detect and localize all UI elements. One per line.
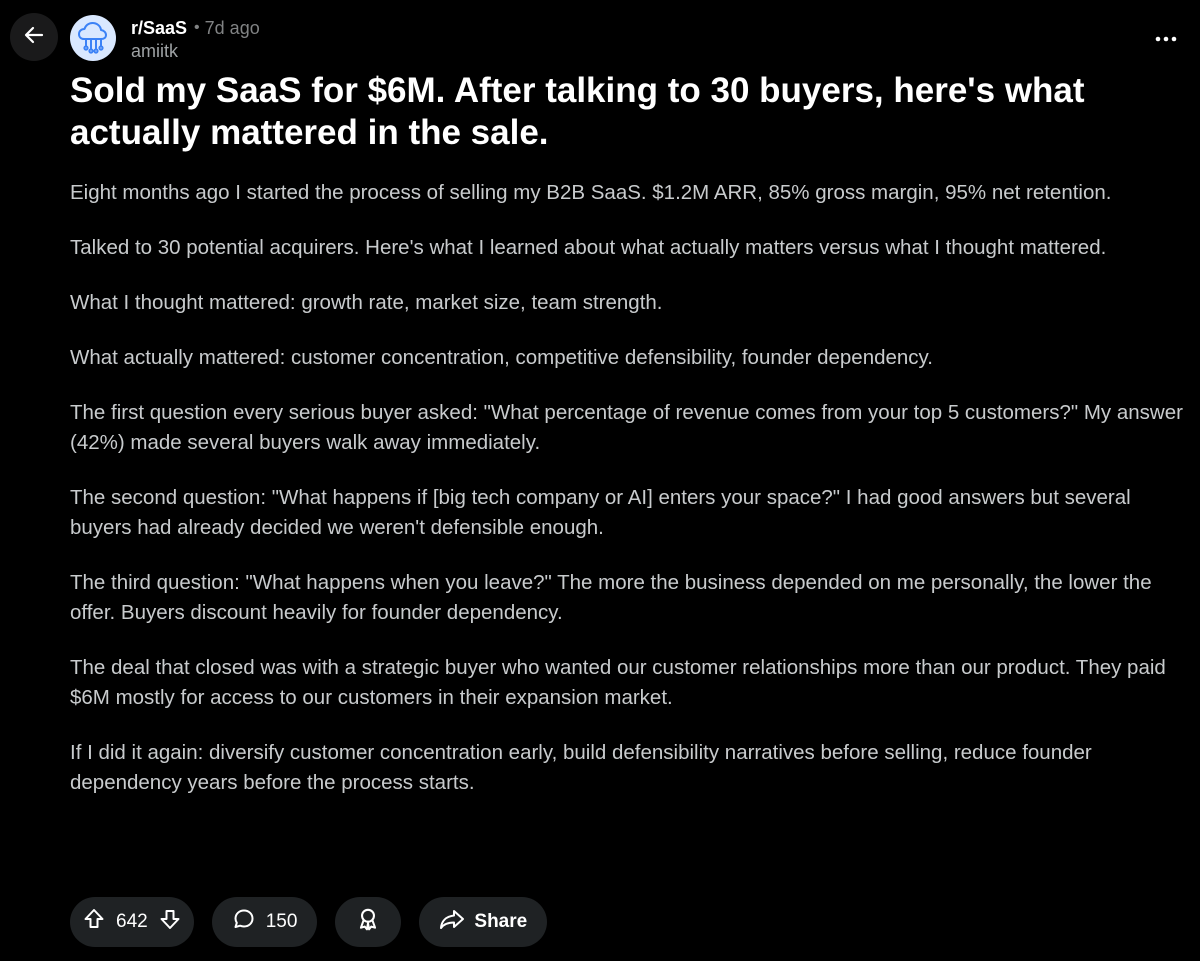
upvote-arrow-icon [82, 907, 106, 937]
cloud-network-icon [73, 16, 113, 61]
post-time: 7d ago [204, 18, 260, 38]
vote-bar: 642 [70, 897, 194, 947]
share-label: Share [474, 911, 528, 932]
post-paragraph: What actually mattered: customer concent… [70, 346, 933, 369]
post-paragraph: The third question: "What happens when y… [70, 571, 1152, 624]
share-arrow-icon [439, 907, 465, 937]
post-actions: 642 150 Share [70, 897, 548, 947]
post-title: Sold my SaaS for $6M. After talking to 3… [70, 71, 1085, 152]
upvote-button[interactable] [82, 907, 106, 937]
post-paragraph: The deal that closed was with a strategi… [70, 656, 1166, 709]
meta-separator: • [194, 19, 200, 36]
post-meta: r/SaaS • 7d ago amiitk [131, 16, 260, 62]
share-button[interactable]: Share [419, 897, 548, 947]
author-name[interactable]: amiitk [131, 40, 260, 62]
more-horizontal-icon [1155, 29, 1177, 47]
subreddit-name[interactable]: r/SaaS [131, 16, 187, 40]
downvote-button[interactable] [158, 907, 182, 937]
post-paragraph: The first question every serious buyer a… [70, 401, 1183, 454]
back-button[interactable] [10, 13, 58, 61]
comments-button[interactable]: 150 [211, 897, 318, 947]
more-options-button[interactable] [1146, 18, 1186, 58]
post-paragraph: The second question: "What happens if [b… [70, 486, 1131, 539]
post-body: Eight months ago I started the process o… [70, 178, 1185, 823]
arrow-left-icon [22, 23, 46, 52]
comment-count: 150 [265, 911, 298, 932]
post-paragraph: Talked to 30 potential acquirers. Here's… [70, 236, 1107, 259]
comment-bubble-icon [232, 907, 256, 937]
vote-count: 642 [116, 911, 148, 932]
downvote-arrow-icon [158, 907, 182, 937]
post-paragraph: What I thought mattered: growth rate, ma… [70, 291, 663, 314]
award-button[interactable] [335, 897, 402, 947]
subreddit-avatar[interactable] [70, 15, 116, 61]
post-paragraph: If I did it again: diversify customer co… [70, 741, 1092, 794]
award-icon [355, 906, 381, 938]
post-paragraph: Eight months ago I started the process o… [70, 181, 1112, 204]
